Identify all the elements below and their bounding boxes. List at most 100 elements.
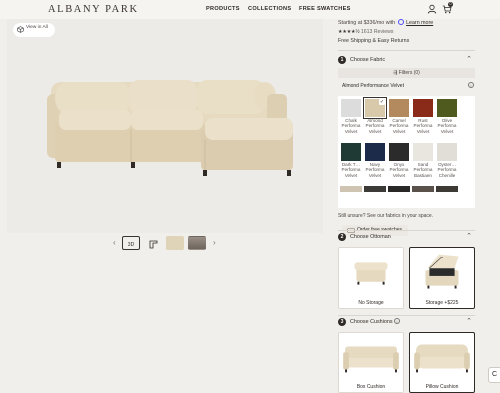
swatch-sub2: Velvet: [416, 128, 430, 134]
thumbnail-lifestyle[interactable]: [188, 236, 206, 250]
step-choose-fabric[interactable]: 1 Choose Fabric ⌃: [338, 56, 475, 66]
fabric-swatch[interactable]: Onyx Performa Velvet: [388, 142, 410, 178]
sectional-sofa-image: [47, 80, 293, 176]
next-arrow-icon[interactable]: ›: [213, 238, 216, 247]
swatch-chip: [412, 142, 434, 162]
cart-count-badge: 0: [448, 2, 453, 7]
filters-label: Filters (0): [398, 70, 420, 76]
swatch-chip: [388, 98, 410, 118]
swatch-sub2: Bastiaen: [414, 172, 432, 178]
learn-more-link[interactable]: Learn more: [406, 20, 433, 26]
swatch-sub2: Velvet: [344, 128, 358, 134]
fabric-swatch-partial[interactable]: [388, 186, 410, 192]
swatch-sub2: Velvet: [440, 128, 454, 134]
option-label: Storage +$225: [425, 300, 459, 306]
star-rating-icon: ★★★★½: [338, 29, 360, 35]
fabric-swatch[interactable]: Camel Performa Velvet: [388, 98, 410, 134]
view-in-label: View in All: [26, 25, 48, 30]
fabric-swatch-partial[interactable]: [412, 186, 434, 192]
cushion-option-pillow[interactable]: Pillow Cushion: [409, 332, 475, 393]
pillow-cushion-sofa-image: [414, 344, 470, 373]
financing-line: Starting at $336/mo with Learn more: [338, 19, 433, 26]
ottoman-no-storage-image: [354, 262, 388, 285]
view-in-room-button[interactable]: View in All: [13, 23, 55, 37]
rating-line[interactable]: ★★★★½ 1613 Reviews: [338, 29, 393, 35]
swatch-chip: [340, 98, 362, 118]
brand-logo[interactable]: ALBANY PARK: [48, 4, 139, 15]
selected-fabric-name: Almond Performance Velvet: [342, 83, 404, 89]
swatch-chip: [436, 98, 458, 118]
info-icon[interactable]: i: [394, 318, 400, 324]
option-label: No Storage: [358, 300, 384, 306]
chevron-up-icon[interactable]: ⌃: [466, 317, 472, 325]
price-text: Starting at $336/mo with: [338, 20, 396, 26]
nav-free-swatches[interactable]: FREE SWATCHES: [299, 6, 351, 12]
site-header: ALBANY PARK PRODUCTS COLLECTIONS FREE SW…: [0, 0, 500, 19]
ottoman-storage-image: [425, 254, 459, 289]
three-d-icon: 3D: [128, 242, 135, 248]
swatch-chip: [388, 142, 410, 162]
chat-widget-button[interactable]: C: [488, 367, 500, 383]
box-cushion-sofa-image: [343, 346, 399, 373]
step-choose-ottoman[interactable]: 2 Choose Ottoman ⌃: [338, 233, 475, 243]
option-label: Pillow Cushion: [425, 384, 459, 390]
shipping-text: Free Shipping & Easy Returns: [338, 38, 410, 44]
fabric-swatch-partial[interactable]: [364, 186, 386, 192]
ottoman-option-storage[interactable]: Storage +$225: [409, 247, 475, 309]
swatch-chip: [340, 142, 362, 162]
reviews-count[interactable]: 1613 Reviews: [361, 29, 394, 35]
fabric-swatch-partial[interactable]: [340, 186, 362, 192]
affirm-icon: [397, 19, 404, 25]
fabric-swatch-grid: Chalk Performa Velvet ✓ Almond Performa Velvet…: [338, 96, 475, 208]
swatch-chip: [364, 142, 386, 162]
step-number: 2: [338, 233, 346, 241]
info-icon[interactable]: i: [468, 82, 474, 88]
svg-text:3D: 3D: [128, 242, 135, 248]
swatch-sub2: Velvet: [392, 172, 406, 178]
product-options-panel: Starting at $336/mo with Learn more ★★★★…: [338, 19, 478, 393]
product-image-gallery[interactable]: View in All: [7, 19, 323, 233]
step-title: Choose Ottoman: [350, 234, 391, 240]
account-icon[interactable]: [427, 4, 437, 14]
step-choose-cushions[interactable]: 3 Choose Cushions i ⌃: [338, 318, 475, 328]
step-number: 1: [338, 56, 346, 64]
ottoman-option-no-storage[interactable]: No Storage: [338, 247, 404, 309]
step-title: Choose Cushions: [350, 319, 393, 325]
divider: [338, 315, 475, 316]
fabric-swatch[interactable]: Sand Performa Bastiaen: [412, 142, 434, 178]
fabric-swatch[interactable]: Chalk Performa Velvet: [340, 98, 362, 134]
unsure-text: Still unsure? See our fabrics in your sp…: [338, 213, 434, 219]
gallery-thumbnails: ‹ 3D ›: [0, 236, 330, 252]
nav-products[interactable]: PRODUCTS: [206, 6, 240, 12]
filters-button[interactable]: ⇶ Filters (0): [338, 68, 475, 78]
option-label: Box Cushion: [356, 384, 386, 390]
fabric-swatch[interactable]: Navy Performa Velvet: [364, 142, 386, 178]
cushion-option-box[interactable]: Box Cushion: [338, 332, 404, 393]
prev-arrow-icon[interactable]: ‹: [113, 238, 116, 247]
dimensions-icon: [149, 240, 158, 249]
swatch-chip: [412, 98, 434, 118]
fabric-swatch[interactable]: Oyster… Performa Chenille: [436, 142, 458, 178]
swatch-chip: [436, 142, 458, 162]
swatch-sub2: Velvet: [368, 172, 382, 178]
chevron-up-icon[interactable]: ⌃: [466, 232, 472, 240]
fabric-swatch[interactable]: ✓ Almond Performa Velvet: [363, 97, 387, 134]
thumbnail-dimensions[interactable]: [145, 236, 163, 250]
fabric-swatch[interactable]: Olive Performa Velvet: [436, 98, 458, 134]
fabric-swatch-partial[interactable]: [436, 186, 458, 192]
swatch-sub2: Velvet: [392, 128, 406, 134]
ar-cube-icon: [17, 26, 24, 33]
step-title: Choose Fabric: [350, 57, 386, 63]
swatch-sub2: Velvet: [344, 172, 358, 178]
swatch-sub2: Velvet: [368, 128, 382, 134]
fabric-swatch[interactable]: Dark T… Performa Velvet: [340, 142, 362, 178]
chevron-up-icon[interactable]: ⌃: [466, 55, 472, 63]
swatch-sub2: Chenille: [438, 172, 456, 178]
thumbnail-fabric[interactable]: [166, 236, 184, 250]
divider: [338, 230, 475, 231]
fabric-swatch[interactable]: Rust Performa Velvet: [412, 98, 434, 134]
step-number: 3: [338, 318, 346, 326]
nav-collections[interactable]: COLLECTIONS: [248, 6, 291, 12]
thumbnail-3d[interactable]: 3D: [122, 236, 140, 250]
divider: [338, 50, 475, 51]
